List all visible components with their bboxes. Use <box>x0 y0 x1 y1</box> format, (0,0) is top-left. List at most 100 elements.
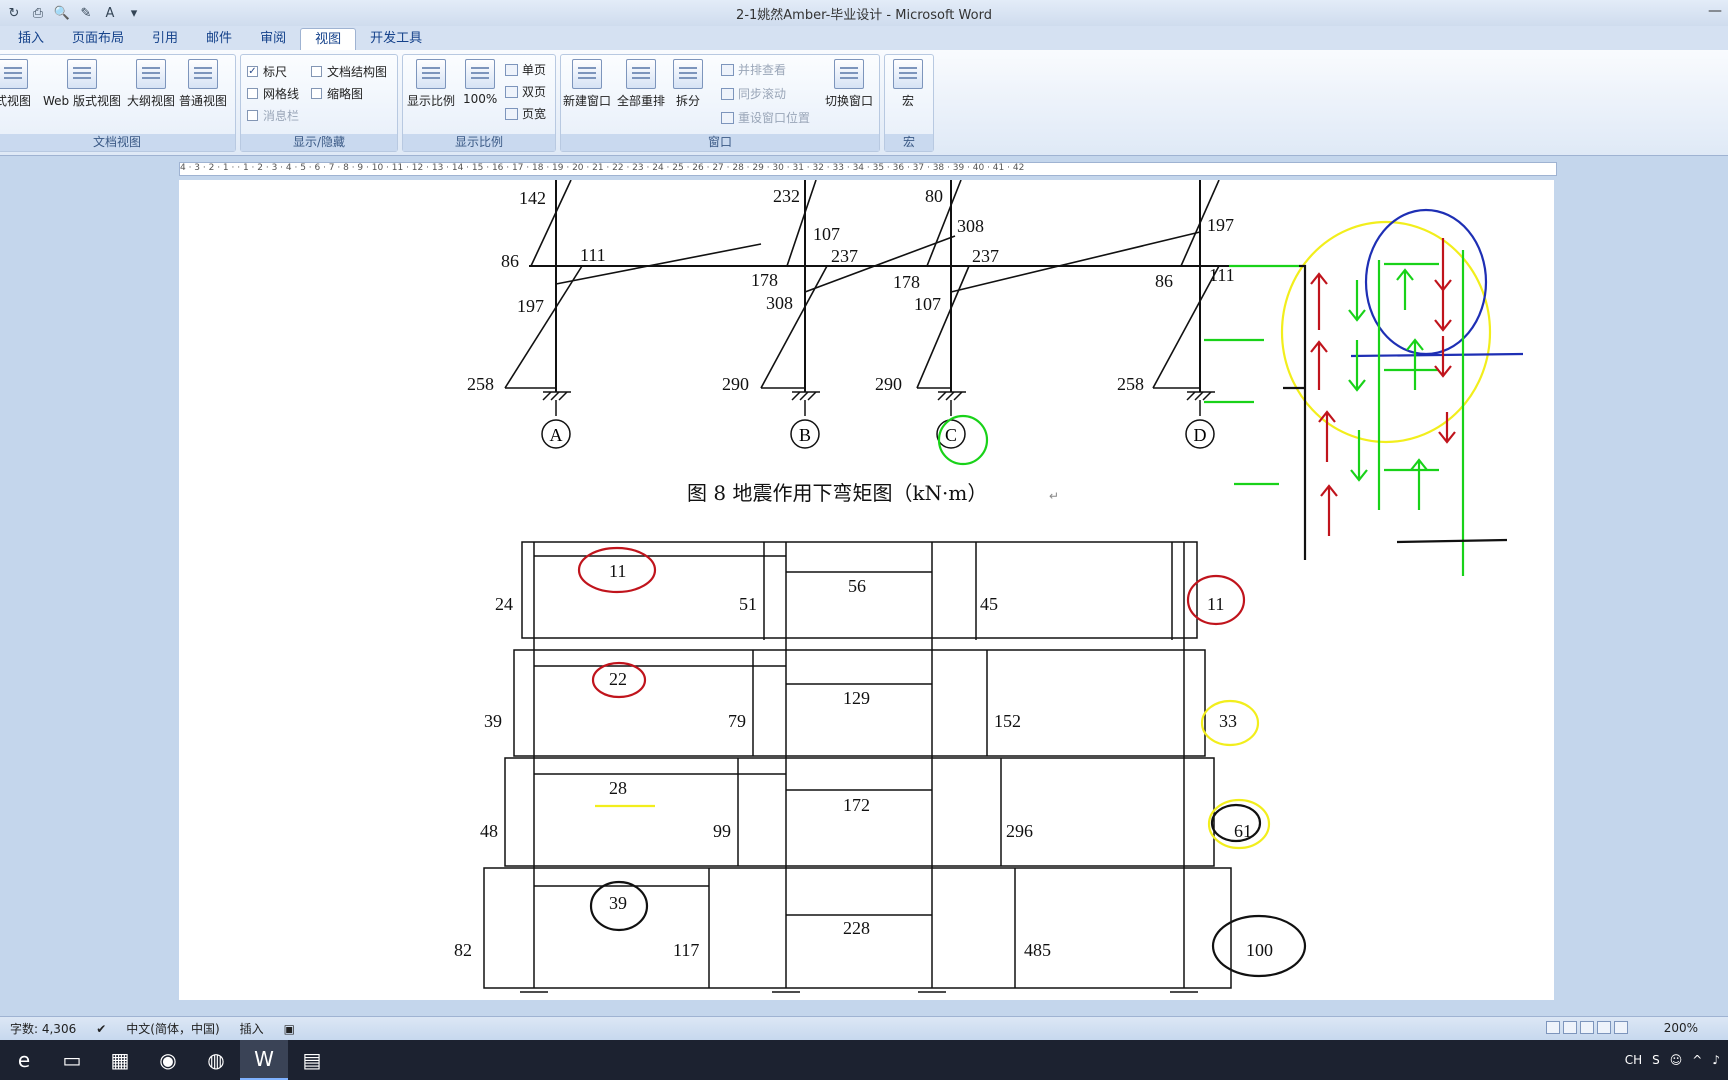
minimize-icon[interactable]: — <box>1708 3 1722 19</box>
outline-icon <box>136 59 166 89</box>
tab-developer[interactable]: 开发工具 <box>356 28 436 50</box>
tab-mailings[interactable]: 邮件 <box>192 28 246 50</box>
arrange-all-button[interactable]: 全部重排 <box>617 59 665 109</box>
shear-label: 79 <box>728 711 746 731</box>
document-map-checkbox[interactable]: 文档结构图 <box>311 63 387 80</box>
word-count[interactable]: 字数: 4,306 <box>0 1020 86 1037</box>
web-layout-view-icon[interactable] <box>1580 1021 1594 1034</box>
word-icon[interactable]: W <box>240 1040 288 1080</box>
moment-label: 290 <box>875 374 902 394</box>
shear-label: 39 <box>609 893 627 913</box>
outline-view-icon[interactable] <box>1597 1021 1611 1034</box>
format-text-icon[interactable]: A <box>100 3 120 23</box>
thumbnails-checkbox[interactable]: 缩略图 <box>311 85 363 102</box>
group-window: 新建窗口 全部重排 拆分 并排查看 同步滚动 重设窗口位置 切换窗口 窗口 <box>560 54 880 152</box>
tab-insert[interactable]: 插入 <box>4 28 58 50</box>
print-layout-view-icon[interactable] <box>1546 1021 1560 1034</box>
tab-view[interactable]: 视图 <box>300 28 357 50</box>
group-label: 宏 <box>885 134 933 151</box>
moment-label: 111 <box>1209 265 1235 285</box>
web-layout-button[interactable]: Web 版式视图 <box>43 59 121 109</box>
status-bar: 字数: 4,306 ✔ 中文(简体，中国) 插入 ▣ 200% <box>0 1016 1728 1040</box>
ink-green-arrow <box>1348 280 1366 322</box>
spelling-icon[interactable]: ✎ <box>76 3 96 23</box>
tab-review[interactable]: 审阅 <box>246 28 300 50</box>
ink-black-line <box>1396 538 1508 544</box>
shear-label: 485 <box>1024 940 1051 960</box>
ruler-strip: 4 · 3 · 2 · 1 · · 1 · 2 · 3 · 4 · 5 · 6 … <box>179 162 1557 176</box>
print-layout-button[interactable]: 式视图 <box>0 59 31 109</box>
group-zoom: 显示比例 100% 单页 双页 页宽 显示比例 <box>402 54 556 152</box>
language-indicator[interactable]: 中文(简体，中国) <box>116 1020 229 1037</box>
switch-windows-button[interactable]: 切换窗口 <box>825 59 873 109</box>
ruler-checkbox[interactable]: ✓ 标尺 <box>247 63 287 80</box>
sogou-ime-icon[interactable]: S <box>1652 1053 1660 1067</box>
volume-icon[interactable]: ♪ <box>1712 1053 1720 1067</box>
macro-recording-icon[interactable]: ▣ <box>274 1022 305 1036</box>
web-layout-icon <box>66 59 97 89</box>
moment-label: 80 <box>925 186 943 206</box>
shear-label: 82 <box>454 940 472 960</box>
spelling-check-icon[interactable]: ✔ <box>86 1022 116 1036</box>
moment-label: 178 <box>893 272 920 292</box>
draft-view-icon[interactable] <box>1614 1021 1628 1034</box>
shear-label: 100 <box>1246 940 1273 960</box>
tab-page-layout[interactable]: 页面布局 <box>58 28 138 50</box>
full-screen-reading-icon[interactable] <box>1563 1021 1577 1034</box>
image-viewer-icon[interactable]: ▤ <box>288 1040 336 1080</box>
split-button[interactable]: 拆分 <box>673 59 703 109</box>
shear-label: 172 <box>843 795 870 815</box>
ink-green-arrow <box>1396 268 1414 310</box>
store-icon[interactable]: ▦ <box>96 1040 144 1080</box>
ribbon: 式视图 Web 版式视图 大纲视图 普通视图 文档视图 ✓ 标尺 网格线 消息栏 <box>0 50 1728 156</box>
chrome-icon[interactable]: ◉ <box>144 1040 192 1080</box>
tray-expand-icon[interactable]: ^ <box>1692 1053 1702 1067</box>
shear-label: 99 <box>713 821 731 841</box>
group-macros: 宏 宏 <box>884 54 934 152</box>
browser-icon[interactable]: ◍ <box>192 1040 240 1080</box>
horizontal-ruler[interactable]: 4 · 3 · 2 · 1 · · 1 · 2 · 3 · 4 · 5 · 6 … <box>0 156 1728 180</box>
moment-label: 107 <box>813 224 840 244</box>
checkbox-box <box>247 88 258 99</box>
tab-references[interactable]: 引用 <box>138 28 192 50</box>
shear-label: 11 <box>1207 594 1224 614</box>
one-page-button[interactable]: 单页 <box>505 61 546 78</box>
shear-label: 51 <box>739 594 757 614</box>
zoom-100-button[interactable]: 100% <box>463 59 497 106</box>
draft-icon <box>188 59 218 89</box>
insert-mode-indicator[interactable]: 插入 <box>230 1020 274 1037</box>
group-label: 显示/隐藏 <box>241 134 397 151</box>
ink-red-arrow <box>1310 272 1328 330</box>
ribbon-tabs: 插入 页面布局 引用 邮件 审阅 视图 开发工具 <box>0 26 1728 50</box>
customize-qat-icon[interactable]: ▾ <box>124 3 144 23</box>
draft-button[interactable]: 普通视图 <box>179 59 227 109</box>
moment-label: 86 <box>501 251 519 271</box>
moment-label: 258 <box>467 374 494 394</box>
print-preview-icon[interactable]: 🔍 <box>52 3 72 23</box>
macros-icon <box>893 59 923 89</box>
input-language[interactable]: CH <box>1625 1053 1642 1067</box>
document-page[interactable]: A B C D 142 86 111 197 258 232 107 237 1… <box>179 180 1554 1000</box>
gridlines-checkbox[interactable]: 网格线 <box>247 85 299 102</box>
moment-label: 237 <box>831 246 858 266</box>
view-shortcuts <box>1546 1021 1628 1034</box>
edge-icon[interactable]: e <box>0 1040 48 1080</box>
side-by-side-icon <box>721 63 734 76</box>
user-icon[interactable]: ☺ <box>1670 1053 1683 1067</box>
zoom-button[interactable]: 显示比例 <box>407 59 455 109</box>
print-icon[interactable]: ⎙ <box>28 3 48 23</box>
group-label: 文档视图 <box>0 134 235 151</box>
two-pages-button[interactable]: 双页 <box>505 83 546 100</box>
new-window-button[interactable]: 新建窗口 <box>563 59 611 109</box>
checkbox-box <box>311 66 322 77</box>
axis-label-a: A <box>550 425 563 445</box>
shear-label: 22 <box>609 669 627 689</box>
file-explorer-icon[interactable]: ▭ <box>48 1040 96 1080</box>
macros-button[interactable]: 宏 <box>893 59 923 109</box>
ink-black-line <box>1299 264 1307 560</box>
redo-icon[interactable]: ↻ <box>4 3 24 23</box>
outline-button[interactable]: 大纲视图 <box>127 59 175 109</box>
page-width-button[interactable]: 页宽 <box>505 105 546 122</box>
moment-label: 197 <box>1207 215 1234 235</box>
zoom-level[interactable]: 200% <box>1664 1021 1698 1035</box>
